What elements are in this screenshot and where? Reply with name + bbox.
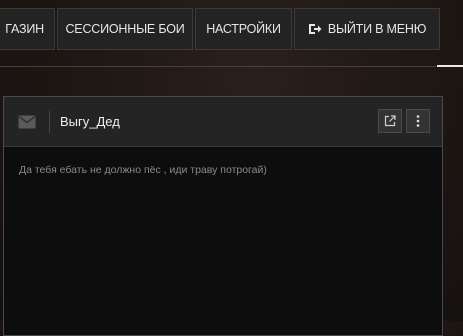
nav-divider [0,66,436,67]
sender-name: Выгу_Дед [60,114,120,129]
external-link-icon [384,115,396,127]
message-actions [374,109,430,133]
exit-icon [308,24,322,34]
exit-to-menu-button[interactable]: ВЫЙТИ В МЕНЮ [294,8,440,50]
header-separator [49,110,50,133]
mail-icon [18,115,36,128]
tab-session-battles[interactable]: СЕССИОННЫЕ БОИ [57,8,193,50]
tab-settings[interactable]: НАСТРОЙКИ [195,8,292,50]
message-panel: Выгу_Дед Да тебя ебать не должно пёс , и… [3,96,443,336]
tab-session-battles-label: СЕССИОННЫЕ БОИ [65,22,185,36]
message-header: Выгу_Дед [4,97,442,147]
more-options-button[interactable] [406,109,430,133]
exit-to-menu-label: ВЫЙТИ В МЕНЮ [327,22,427,36]
tab-shop-label: ГАЗИН [5,22,44,36]
message-body: Да тебя ебать не должно пёс , иди траву … [19,164,267,176]
open-external-button[interactable] [378,109,402,133]
tab-shop[interactable]: ГАЗИН [0,8,55,50]
tab-settings-label: НАСТРОЙКИ [206,22,281,36]
nav-active-indicator [437,65,463,67]
more-vertical-icon [416,115,420,127]
top-navigation: ГАЗИН СЕССИОННЫЕ БОИ НАСТРОЙКИ ВЫЙТИ В М… [0,8,442,50]
